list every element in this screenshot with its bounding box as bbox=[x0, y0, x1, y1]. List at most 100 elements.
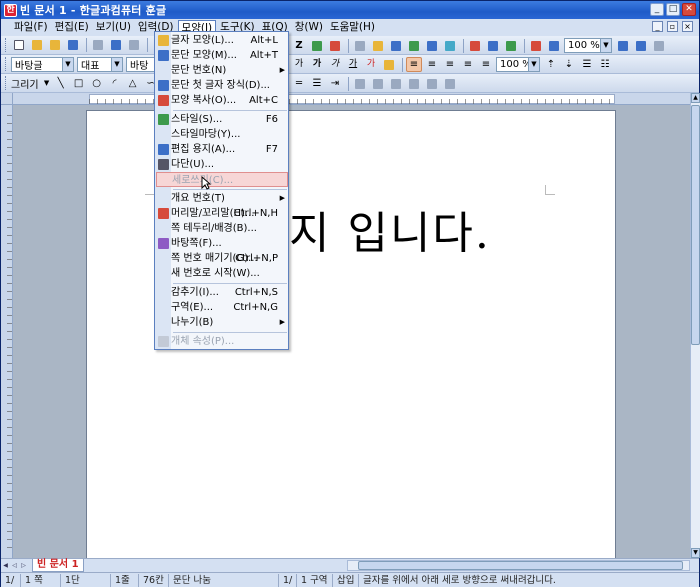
horizontal-ruler[interactable] bbox=[13, 93, 690, 105]
toolbar-grip[interactable] bbox=[5, 38, 8, 52]
menu-item-para-shape[interactable]: 문단 모양(M)... Alt+T bbox=[156, 48, 288, 63]
tab-document-1[interactable]: 빈 문서 1 bbox=[32, 559, 84, 572]
polygon-icon[interactable]: △ bbox=[125, 76, 141, 91]
font-color-icon[interactable]: 가 bbox=[363, 57, 379, 72]
font-lang-combo[interactable]: 대표 ▼ bbox=[77, 56, 123, 72]
doc-minimize-icon[interactable]: _ bbox=[652, 21, 663, 32]
page-setup-tb-icon[interactable] bbox=[467, 38, 483, 53]
photo-icon[interactable] bbox=[370, 38, 386, 53]
tab-prev-icon[interactable]: ◁ bbox=[10, 561, 19, 571]
preview-icon[interactable] bbox=[108, 38, 124, 53]
scroll-thumb[interactable] bbox=[358, 561, 683, 570]
font-face-combo[interactable]: 바탕 bbox=[126, 56, 156, 72]
print-icon[interactable] bbox=[90, 38, 106, 53]
bold-icon[interactable]: 가 bbox=[309, 57, 325, 72]
bullets-icon[interactable]: ☰ bbox=[579, 57, 595, 72]
italic-icon[interactable]: 가 bbox=[327, 57, 343, 72]
ellipse-icon[interactable]: ○ bbox=[89, 76, 105, 91]
group-icon[interactable] bbox=[370, 76, 386, 91]
line-spacing-combo[interactable]: 100 % ▼ bbox=[496, 57, 540, 72]
zoom-combo[interactable]: 100 % ▼ bbox=[564, 38, 612, 53]
rect-icon[interactable]: □ bbox=[71, 76, 87, 91]
document-area[interactable]: 지 입니다. bbox=[13, 105, 690, 558]
new-doc-icon[interactable] bbox=[11, 38, 27, 53]
menu-file[interactable]: 파일(F) bbox=[11, 20, 51, 35]
menu-item-char-shape[interactable]: 글자 모양(L)... Alt+L bbox=[156, 33, 288, 48]
underline-icon[interactable]: 가 bbox=[345, 57, 361, 72]
align-right-icon[interactable]: ≡ bbox=[460, 57, 476, 72]
chevron-down-icon[interactable]: ▼ bbox=[111, 57, 122, 71]
shape-icon[interactable] bbox=[442, 38, 458, 53]
menu-help[interactable]: 도움말(H) bbox=[327, 20, 378, 35]
line-style-icon[interactable]: ═ bbox=[291, 76, 307, 91]
hyperlink-icon[interactable] bbox=[352, 38, 368, 53]
align-distribute-icon[interactable]: ≡ bbox=[478, 57, 494, 72]
menu-edit[interactable]: 편집(E) bbox=[52, 20, 92, 35]
menu-item-columns[interactable]: 다단(U)... bbox=[156, 157, 288, 172]
document-text[interactable]: 지 입니다. bbox=[289, 197, 491, 261]
menu-item-drop-cap[interactable]: 문단 첫 글자 장식(D)... bbox=[156, 78, 288, 93]
dict-icon[interactable] bbox=[546, 38, 562, 53]
menu-item-outline-number[interactable]: 개요 번호(T) ▶ bbox=[156, 191, 288, 206]
zoom-out-icon[interactable] bbox=[633, 38, 649, 53]
zoom-fit-icon[interactable] bbox=[651, 38, 667, 53]
font-size-up-icon[interactable]: 가 bbox=[291, 57, 307, 72]
scroll-up-icon[interactable]: ▲ bbox=[691, 93, 700, 103]
menu-item-break[interactable]: 나누기(B) ▶ bbox=[156, 315, 288, 330]
bring-front-icon[interactable] bbox=[424, 76, 440, 91]
doc-restore-icon[interactable]: ▫ bbox=[667, 21, 678, 32]
menu-item-style[interactable]: 스타일(S)... F6 bbox=[156, 112, 288, 127]
menu-item-new-number[interactable]: 새 번호로 시작(W)... bbox=[156, 266, 288, 281]
fill-icon[interactable] bbox=[352, 76, 368, 91]
hwp-app-icon[interactable]: 한 bbox=[4, 3, 17, 17]
align-center-icon[interactable]: ≡ bbox=[442, 57, 458, 72]
line-width-icon[interactable]: ☰ bbox=[309, 76, 325, 91]
tab-next-icon[interactable]: ▷ bbox=[19, 561, 28, 571]
menu-item-format-copy[interactable]: 모양 복사(O)... Alt+C bbox=[156, 93, 288, 108]
line-icon[interactable]: ╲ bbox=[53, 76, 69, 91]
title-bar[interactable]: 한 빈 문서 1 - 한글과컴퓨터 훈글 _ □ ✕ bbox=[1, 1, 699, 19]
align-left-icon[interactable]: ≡ bbox=[424, 57, 440, 72]
maximize-icon[interactable]: □ bbox=[666, 3, 680, 16]
toolbar-grip[interactable] bbox=[5, 57, 8, 71]
chart-icon[interactable] bbox=[406, 38, 422, 53]
doc-close-icon[interactable]: × bbox=[682, 21, 693, 32]
menu-window[interactable]: 창(W) bbox=[292, 20, 326, 35]
present-icon[interactable] bbox=[528, 38, 544, 53]
tab-first-icon[interactable]: ◀ bbox=[1, 561, 10, 571]
vertical-ruler[interactable] bbox=[1, 105, 13, 558]
table-icon[interactable] bbox=[388, 38, 404, 53]
menu-item-page-border[interactable]: 쪽 테두리/배경(B)... bbox=[156, 221, 288, 236]
save-icon[interactable] bbox=[65, 38, 81, 53]
menu-item-para-number[interactable]: 문단 번호(N) ▶ bbox=[156, 63, 288, 78]
symbol-icon[interactable] bbox=[327, 38, 343, 53]
menu-item-page-setup[interactable]: 편집 용지(A)... F7 bbox=[156, 142, 288, 157]
spacing-down-icon[interactable]: ⇣ bbox=[561, 57, 577, 72]
spacing-up-icon[interactable]: ⇡ bbox=[543, 57, 559, 72]
toolbar-grip[interactable] bbox=[5, 76, 8, 90]
send-back-icon[interactable] bbox=[442, 76, 458, 91]
highlight-icon[interactable] bbox=[381, 57, 397, 72]
menu-item-master-page[interactable]: 바탕쪽(F)... bbox=[156, 236, 288, 251]
minimize-icon[interactable]: _ bbox=[650, 3, 664, 16]
scroll-thumb[interactable] bbox=[691, 105, 700, 345]
align-justify-icon[interactable]: ≡ bbox=[406, 57, 422, 72]
style-combo[interactable]: 바탕글 ▼ bbox=[11, 56, 74, 72]
template-icon[interactable] bbox=[29, 38, 45, 53]
chevron-down-icon[interactable]: ▼ bbox=[600, 39, 611, 52]
zoom-in-icon[interactable] bbox=[615, 38, 631, 53]
horizontal-scrollbar[interactable] bbox=[347, 560, 690, 571]
chevron-down-icon[interactable]: ▼ bbox=[528, 58, 539, 71]
menu-item-object-props[interactable]: 개체 속성(P)... bbox=[156, 334, 288, 349]
page-view-icon[interactable] bbox=[126, 38, 142, 53]
menu-item-header-footer[interactable]: 머리말/꼬리말(H)... Ctrl+N,H bbox=[156, 206, 288, 221]
align-obj-icon[interactable] bbox=[406, 76, 422, 91]
numbering-icon[interactable]: ☷ bbox=[597, 57, 613, 72]
menu-item-style-gallery[interactable]: 스타일마당(Y)... bbox=[156, 127, 288, 142]
menu-item-vertical-writing[interactable]: 세로쓰기(C)... bbox=[156, 172, 288, 187]
chevron-down-icon[interactable]: ▼ bbox=[62, 57, 73, 71]
menu-view[interactable]: 보기(U) bbox=[93, 20, 134, 35]
arrow-style-icon[interactable]: ⇥ bbox=[327, 76, 343, 91]
draw-dropdown-icon[interactable]: ▼ bbox=[43, 76, 51, 91]
menu-item-page-number[interactable]: 쪽 번호 매기기(G)... Ctrl+N,P bbox=[156, 251, 288, 266]
